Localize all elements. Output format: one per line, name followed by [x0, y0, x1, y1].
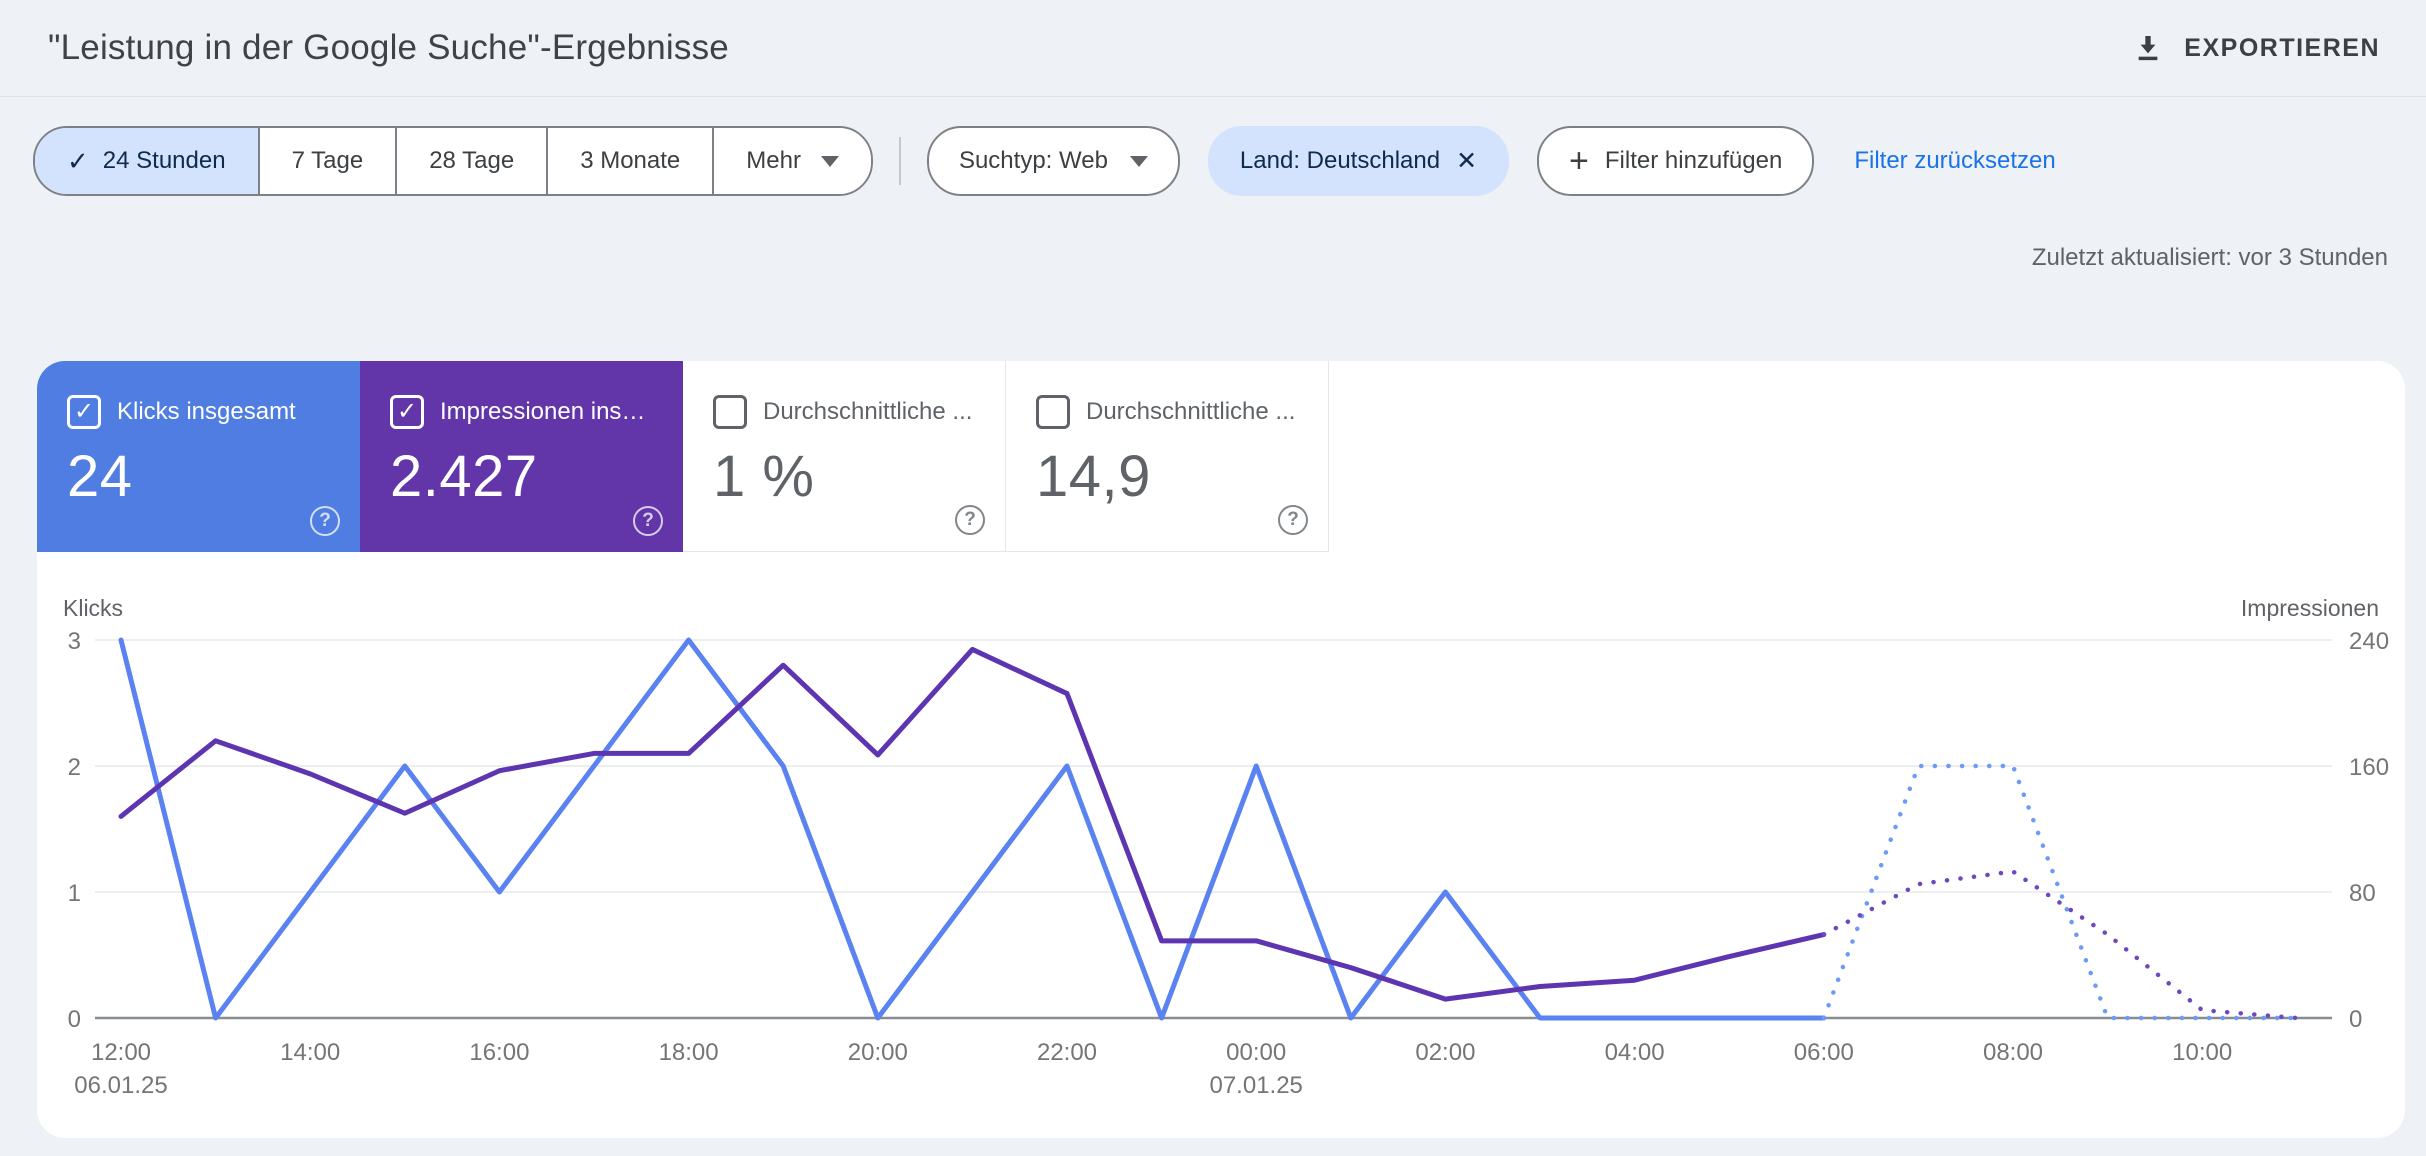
svg-text:1: 1	[68, 880, 81, 907]
help-icon[interactable]: ?	[1278, 505, 1308, 535]
country-filter-label: Land: Deutschland	[1239, 147, 1441, 174]
page-title: "Leistung in der Google Suche"-Ergebniss…	[48, 28, 729, 67]
checkbox-icon[interactable]	[713, 395, 747, 429]
performance-chart[interactable]: 0 0 1 80 2 160 3 240 Klicks Impressionen 12:00 06.0…	[37, 580, 2405, 1138]
svg-text:14:00: 14:00	[280, 1039, 340, 1066]
svg-text:160: 160	[2349, 754, 2389, 781]
page-header: "Leistung in der Google Suche"-Ergebniss…	[0, 0, 2426, 97]
svg-text:20:00: 20:00	[848, 1039, 908, 1066]
metric-label: Durchschnittliche ...	[1086, 398, 1296, 425]
metric-value: 24	[67, 444, 133, 509]
country-filter-chip[interactable]: Land: Deutschland ✕	[1207, 126, 1510, 196]
last-updated-text: Zuletzt aktualisiert: vor 3 Stunden	[2031, 244, 2388, 271]
svg-text:00:00: 00:00	[1226, 1039, 1286, 1066]
date-range-more[interactable]: Mehr	[712, 128, 871, 194]
metric-card-position[interactable]: Durchschnittliche ... 14,9 ?	[1006, 361, 1329, 552]
date-range-label: 3 Monate	[580, 147, 681, 174]
svg-text:18:00: 18:00	[659, 1039, 719, 1066]
svg-text:0: 0	[68, 1006, 81, 1033]
date-range-control: ✓ 24 Stunden 7 Tage 28 Tage 3 Monate Meh…	[33, 126, 873, 196]
metric-card-impressions[interactable]: Impressionen ins… 2.427 ?	[360, 361, 683, 552]
search-type-label: Suchtyp: Web	[958, 147, 1108, 174]
help-icon[interactable]: ?	[955, 505, 985, 535]
metric-cards-row: Klicks insgesamt 24 ? Impressionen ins… …	[37, 361, 1329, 552]
date-range-3m[interactable]: 3 Monate	[546, 128, 713, 194]
check-icon: ✓	[67, 145, 89, 176]
download-icon	[2138, 36, 2158, 61]
close-icon[interactable]: ✕	[1456, 146, 1477, 176]
filters-row: ✓ 24 Stunden 7 Tage 28 Tage 3 Monate Meh…	[33, 126, 2056, 196]
date-range-label: Mehr	[746, 147, 801, 174]
metric-card-clicks[interactable]: Klicks insgesamt 24 ?	[37, 361, 360, 552]
help-icon[interactable]: ?	[633, 506, 663, 536]
checkbox-icon[interactable]	[67, 395, 101, 429]
add-filter-chip[interactable]: + Filter hinzufügen	[1537, 126, 1815, 196]
date-range-label: 28 Tage	[429, 147, 515, 174]
svg-text:10:00: 10:00	[2172, 1039, 2232, 1066]
svg-text:02:00: 02:00	[1415, 1039, 1475, 1066]
svg-text:04:00: 04:00	[1605, 1039, 1665, 1066]
date-range-24h[interactable]: ✓ 24 Stunden	[35, 128, 258, 194]
metric-value: 1 %	[713, 444, 815, 509]
svg-text:2: 2	[68, 754, 81, 781]
checkbox-icon[interactable]	[1036, 395, 1070, 429]
date-range-28d[interactable]: 28 Tage	[395, 128, 547, 194]
metric-label: Klicks insgesamt	[117, 398, 296, 425]
svg-text:06:00: 06:00	[1794, 1039, 1854, 1066]
metric-label: Impressionen ins…	[440, 398, 646, 425]
svg-text:08:00: 08:00	[1983, 1039, 2043, 1066]
svg-text:16:00: 16:00	[469, 1039, 529, 1066]
vertical-divider	[898, 137, 901, 185]
add-filter-label: Filter hinzufügen	[1604, 147, 1783, 174]
export-button[interactable]: EXPORTIEREN	[2126, 0, 2386, 96]
svg-text:0: 0	[2349, 1006, 2362, 1033]
svg-text:12:00: 12:00	[91, 1039, 151, 1066]
chevron-down-icon	[820, 155, 839, 167]
svg-text:240: 240	[2349, 628, 2389, 655]
export-label: EXPORTIEREN	[2184, 33, 2380, 62]
metric-card-ctr[interactable]: Durchschnittliche ... 1 % ?	[683, 361, 1006, 552]
date-range-7d[interactable]: 7 Tage	[257, 128, 396, 194]
checkbox-icon[interactable]	[390, 395, 424, 429]
svg-text:Klicks: Klicks	[63, 595, 123, 621]
chevron-down-icon	[1129, 155, 1148, 167]
date-range-label: 7 Tage	[291, 147, 364, 174]
metric-label: Durchschnittliche ...	[763, 398, 973, 425]
report-card: Klicks insgesamt 24 ? Impressionen ins… …	[37, 361, 2405, 1138]
svg-text:80: 80	[2349, 880, 2376, 907]
help-icon[interactable]: ?	[310, 506, 340, 536]
svg-text:22:00: 22:00	[1037, 1039, 1097, 1066]
svg-text:Impressionen: Impressionen	[2241, 595, 2379, 621]
search-type-chip[interactable]: Suchtyp: Web	[926, 126, 1180, 196]
svg-text:07.01.25: 07.01.25	[1209, 1072, 1302, 1099]
svg-text:06.01.25: 06.01.25	[74, 1072, 167, 1099]
metric-value: 14,9	[1036, 444, 1151, 509]
reset-filters-link[interactable]: Filter zurücksetzen	[1854, 147, 2055, 175]
metric-value: 2.427	[390, 444, 538, 509]
svg-text:3: 3	[68, 628, 81, 655]
date-range-label: 24 Stunden	[102, 147, 226, 174]
